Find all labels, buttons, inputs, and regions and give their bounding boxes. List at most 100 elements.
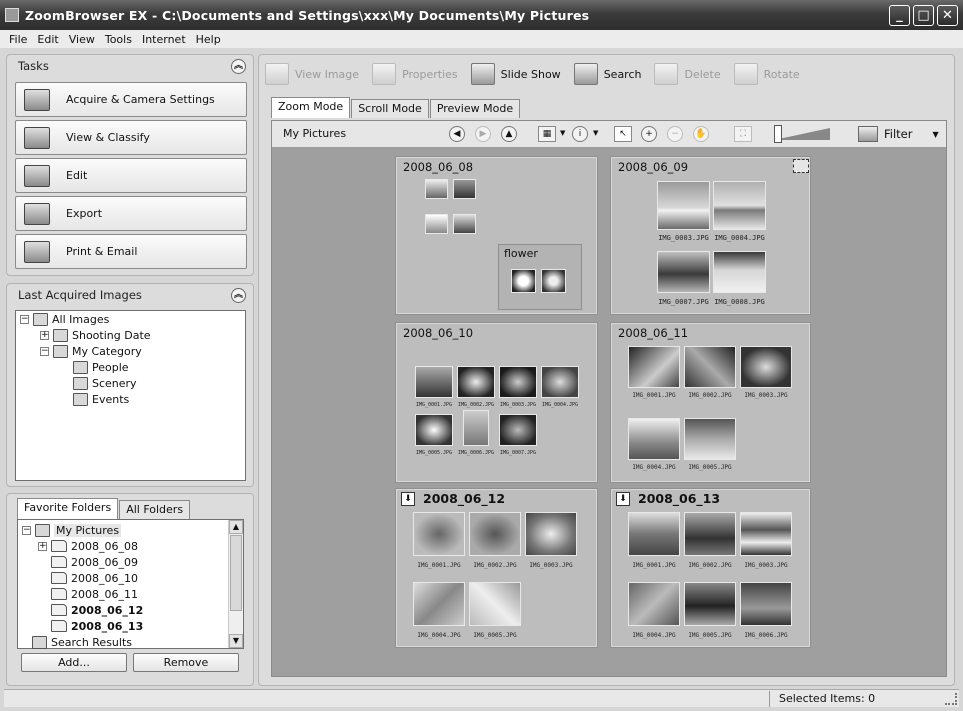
thumbnail[interactable]: IMG_0003.JPG xyxy=(523,510,579,576)
expand-toggle-icon[interactable]: + xyxy=(38,541,47,551)
collapse-toggle-icon[interactable]: − xyxy=(20,314,29,324)
scroll-down-icon[interactable]: ▼ xyxy=(229,634,243,648)
thumbnail[interactable]: IMG_0002.JPG xyxy=(682,510,738,576)
thumbnail[interactable]: IMG_0004.JPG xyxy=(711,179,768,247)
folder-2008-06-12[interactable]: 2008_06_12 xyxy=(51,602,143,618)
thumbnail[interactable]: IMG_0004.JPG xyxy=(539,364,581,414)
menu-edit[interactable]: Edit xyxy=(32,33,63,46)
thumbnail[interactable] xyxy=(423,177,450,208)
thumbnail[interactable] xyxy=(509,267,538,301)
view-image-button[interactable]: View Image xyxy=(265,63,359,85)
subfolder-flower[interactable]: flower xyxy=(498,244,582,310)
tree-search-results[interactable]: Search Results xyxy=(32,634,132,650)
folder-2008-06-11[interactable]: 2008_06_11 xyxy=(51,586,138,602)
tab-zoom-mode[interactable]: Zoom Mode xyxy=(271,97,351,118)
remove-folder-button[interactable]: Remove xyxy=(133,653,239,672)
zoom-slider[interactable] xyxy=(774,125,830,143)
maximize-button[interactable]: □ xyxy=(913,5,934,26)
export-button[interactable]: Export xyxy=(15,196,247,231)
fit-to-window-icon[interactable]: ⛶ xyxy=(734,126,752,142)
thumbnail[interactable]: IMG_0001.JPG xyxy=(411,510,467,576)
thumbnail[interactable]: IMG_0003.JPG xyxy=(738,344,794,406)
folder-2008-06-09[interactable]: 2008_06_09 xyxy=(51,554,138,570)
thumbnail[interactable]: IMG_0001.JPG xyxy=(626,510,682,576)
thumbnail[interactable]: IMG_0008.JPG xyxy=(711,249,768,311)
add-folder-button[interactable]: Add... xyxy=(21,653,127,672)
thumbnail[interactable]: IMG_0004.JPG xyxy=(626,580,682,646)
tree-my-category[interactable]: − My Category xyxy=(40,343,142,359)
collapse-toggle-icon[interactable]: − xyxy=(40,346,49,356)
thumbnail[interactable]: IMG_0002.JPG xyxy=(682,344,738,406)
folder-2008-06-10[interactable]: 2008_06_10 xyxy=(51,570,138,586)
thumbnail[interactable]: IMG_0006.JPG xyxy=(738,580,794,646)
last-acquired-collapse-icon[interactable]: ︽ xyxy=(231,288,246,303)
thumbnail[interactable]: IMG_0007.JPG xyxy=(497,412,539,462)
zoom-slider-handle[interactable] xyxy=(774,125,782,143)
tree-all-images[interactable]: − All Images xyxy=(20,311,109,327)
menu-view[interactable]: View xyxy=(64,33,100,46)
tree-events[interactable]: Events xyxy=(73,391,129,407)
zoom-out-icon[interactable]: − xyxy=(667,126,683,142)
filter-dropdown[interactable]: Filter ▼ xyxy=(858,126,939,142)
thumbnail[interactable]: IMG_0005.JPG xyxy=(682,580,738,646)
menu-file[interactable]: File xyxy=(4,33,32,46)
collapse-toggle-icon[interactable]: − xyxy=(22,525,31,535)
up-folder-icon[interactable]: ▲ xyxy=(501,126,517,142)
slide-show-button[interactable]: Slide Show xyxy=(470,63,561,85)
info-icon[interactable]: i xyxy=(572,126,588,142)
acquire-camera-settings-button[interactable]: Acquire & Camera Settings xyxy=(15,82,247,117)
thumbnail[interactable]: IMG_0003.JPG xyxy=(738,510,794,576)
pointer-icon[interactable]: ↖ xyxy=(614,126,632,142)
thumbnail[interactable]: IMG_0007.JPG xyxy=(655,249,712,311)
properties-button[interactable]: Properties xyxy=(372,63,458,85)
folder-group-2008-06-09[interactable]: 2008_06_09 IMG_0003.JPG IMG_0004.JPG IMG… xyxy=(610,156,811,315)
print-email-button[interactable]: Print & Email xyxy=(15,234,247,269)
thumbnail[interactable]: IMG_0003.JPG xyxy=(655,179,712,247)
tab-preview-mode[interactable]: Preview Mode xyxy=(429,99,521,118)
resize-grip-icon[interactable] xyxy=(945,693,957,705)
thumbnail[interactable] xyxy=(423,212,450,243)
thumbnail[interactable]: IMG_0002.JPG xyxy=(455,364,497,414)
thumbnail[interactable]: IMG_0006.JPG xyxy=(455,408,497,462)
tree-scenery[interactable]: Scenery xyxy=(73,375,137,391)
display-settings-dropdown-icon[interactable]: ▼ xyxy=(560,129,565,137)
folder-tree-scrollbar[interactable]: ▲ ▼ xyxy=(228,520,243,648)
folder-group-2008-06-11[interactable]: 2008_06_11 IMG_0001.JPG IMG_0002.JPG IMG… xyxy=(610,322,811,483)
folder-group-2008-06-08[interactable]: 2008_06_08 flower xyxy=(395,156,598,315)
thumbnail[interactable]: IMG_0005.JPG xyxy=(467,580,523,646)
expand-view-icon[interactable] xyxy=(793,159,809,173)
folder-2008-06-08[interactable]: + 2008_06_08 xyxy=(38,538,138,554)
thumbnail[interactable] xyxy=(539,267,568,301)
thumbnail[interactable]: IMG_0004.JPG xyxy=(626,416,682,478)
tab-scroll-mode[interactable]: Scroll Mode xyxy=(351,99,429,118)
folder-group-2008-06-12[interactable]: ⬇ 2008_06_12 IMG_0001.JPG IMG_0002.JPG I… xyxy=(395,488,598,648)
folder-2008-06-13[interactable]: 2008_06_13 xyxy=(51,618,143,634)
minimize-button[interactable]: _ xyxy=(889,5,910,26)
thumbnail[interactable] xyxy=(451,177,478,208)
tab-favorite-folders[interactable]: Favorite Folders xyxy=(17,498,119,519)
tasks-collapse-icon[interactable]: ︽ xyxy=(231,59,246,74)
thumbnail[interactable]: IMG_0003.JPG xyxy=(497,364,539,414)
tree-shooting-date[interactable]: + Shooting Date xyxy=(40,327,151,343)
menu-internet[interactable]: Internet xyxy=(137,33,191,46)
scroll-up-icon[interactable]: ▲ xyxy=(229,520,243,534)
thumbnail[interactable]: IMG_0005.JPG xyxy=(682,416,738,478)
folder-group-2008-06-13[interactable]: ⬇ 2008_06_13 IMG_0001.JPG IMG_0002.JPG I… xyxy=(610,488,811,648)
rotate-button[interactable]: Rotate xyxy=(733,63,800,85)
app-icon[interactable] xyxy=(5,8,19,22)
thumbnail[interactable]: IMG_0004.JPG xyxy=(411,580,467,646)
thumbnail[interactable]: IMG_0001.JPG xyxy=(626,344,682,406)
delete-button[interactable]: Delete xyxy=(654,63,721,85)
display-settings-icon[interactable]: ▦ xyxy=(538,126,556,142)
hand-icon[interactable]: ✋ xyxy=(693,126,709,142)
back-icon[interactable]: ◀ xyxy=(449,126,465,142)
folder-group-2008-06-10[interactable]: 2008_06_10 IMG_0001.JPG IMG_0002.JPG IMG… xyxy=(395,322,598,483)
info-dropdown-icon[interactable]: ▼ xyxy=(593,129,598,137)
close-button[interactable]: ✕ xyxy=(937,5,958,26)
forward-icon[interactable]: ▶ xyxy=(475,126,491,142)
search-button[interactable]: Search xyxy=(573,63,641,85)
thumbnail[interactable] xyxy=(451,212,478,243)
expand-toggle-icon[interactable]: + xyxy=(40,330,49,340)
thumbnail[interactable]: IMG_0002.JPG xyxy=(467,510,523,576)
edit-button[interactable]: Edit xyxy=(15,158,247,193)
